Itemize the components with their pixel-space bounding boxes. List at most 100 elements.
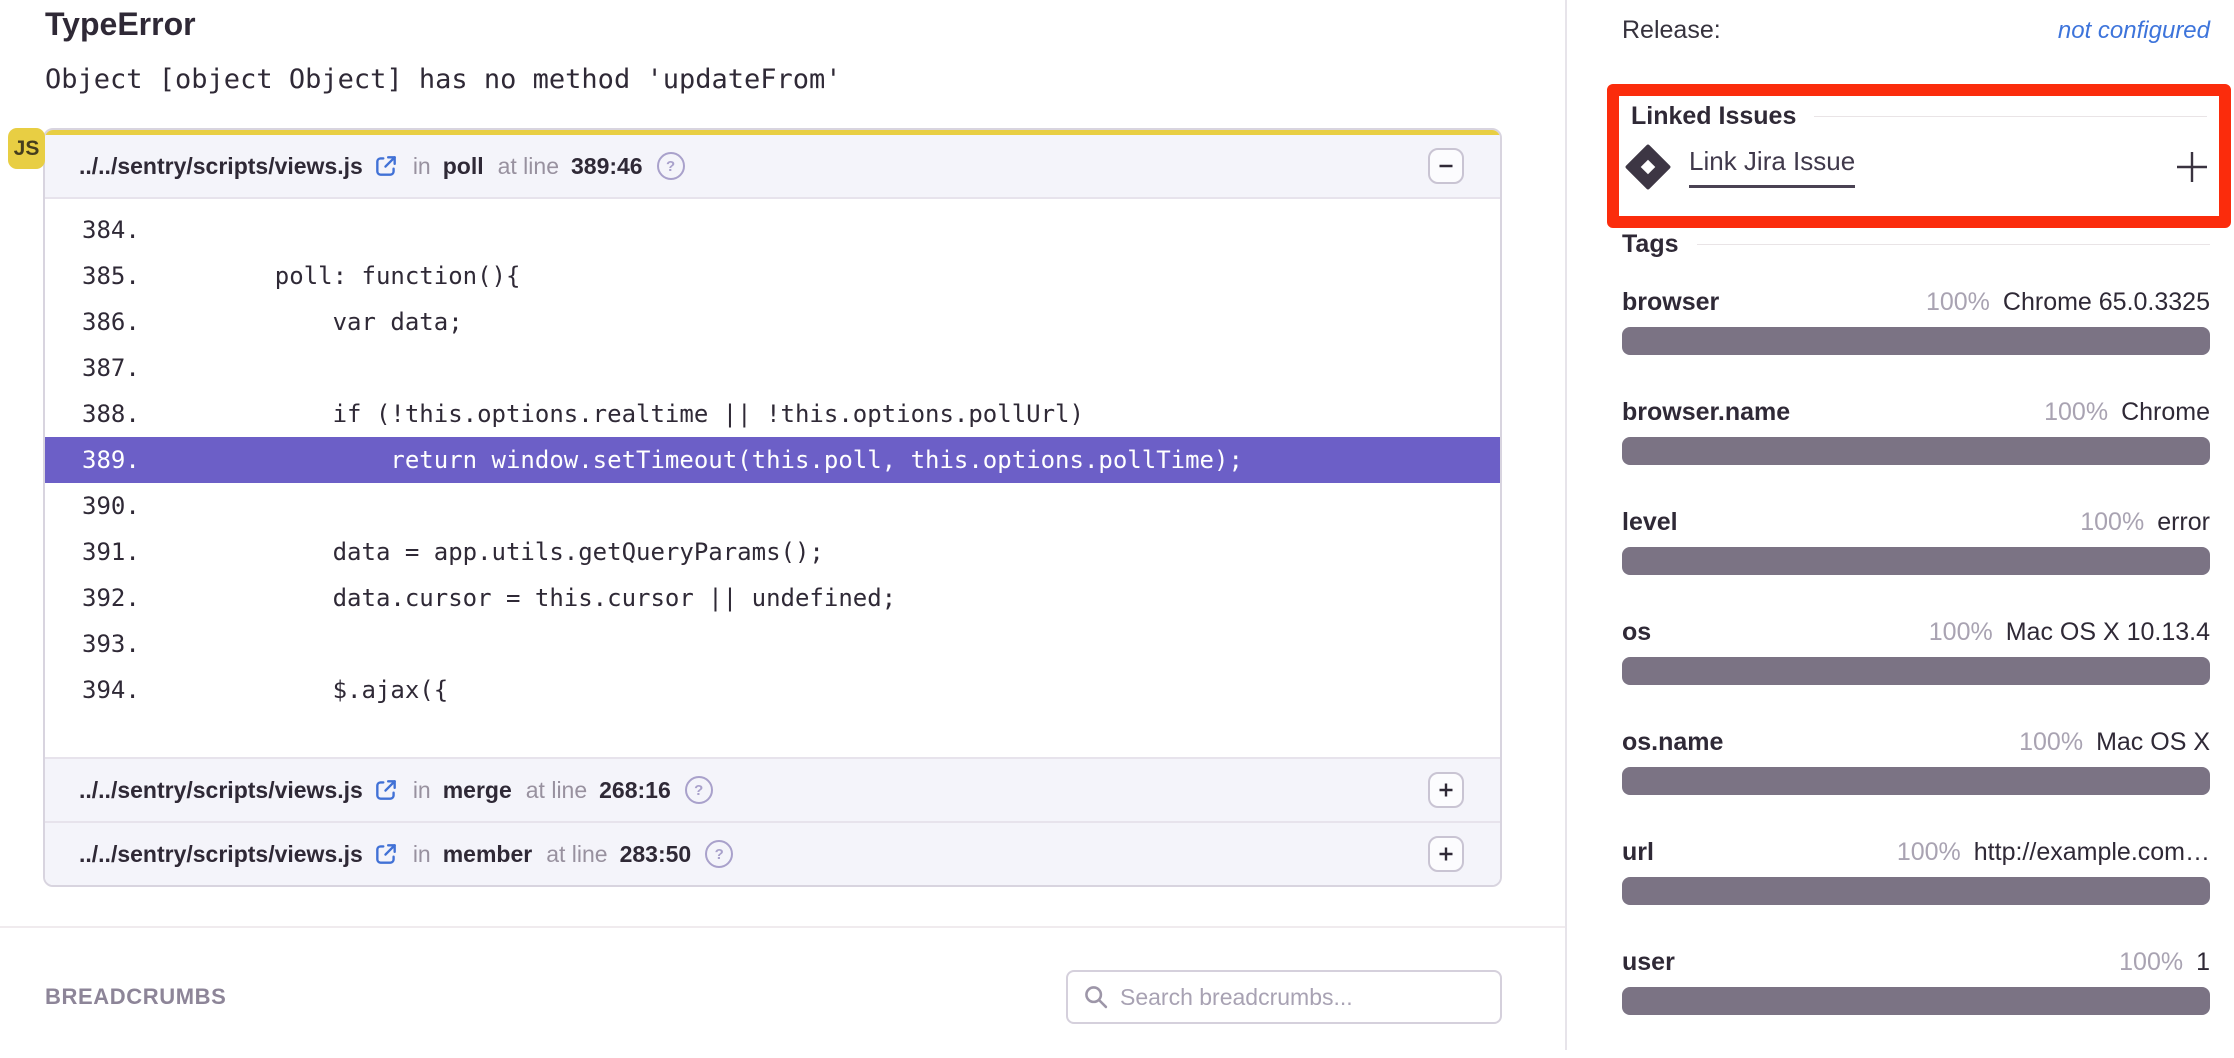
collapse-frame-button[interactable] [1428,148,1464,184]
line-number: 386. [45,299,217,345]
line-number: 389. [45,437,217,483]
tag-value: error [2157,508,2210,536]
tag-key-link[interactable]: level [1622,508,1678,537]
line-number: 385. [45,253,217,299]
open-source-file-icon[interactable] [373,153,399,179]
frame-file-path: ../../sentry/scripts/views.js [79,841,363,868]
help-question-icon[interactable]: ? [705,840,733,868]
line-code: $.ajax({ [217,667,448,713]
code-line: 392. data.cursor = this.cursor || undefi… [45,575,1500,621]
tag-row: os.name 100%Mac OS X [1622,728,2210,795]
frame-function-name: merge [443,777,512,804]
frame-at-line-label: at line [526,777,587,804]
tag-row: user 100%1 [1622,948,2210,1015]
expand-frame-button[interactable] [1428,772,1464,808]
line-number: 390. [45,483,217,529]
line-code: if (!this.options.realtime || !this.opti… [217,391,1084,437]
code-line: 386. var data; [45,299,1500,345]
frame-at-line-label: at line [498,153,559,180]
release-label: Release: [1622,16,1721,45]
code-line: 384. [45,207,1500,253]
tag-percent: 100% [2080,508,2144,536]
code-block: 384.385. poll: function(){386. var data;… [45,199,1500,757]
tag-value-group: 100% Chrome [2044,398,2210,427]
tag-key-link[interactable]: browser [1622,288,1719,317]
stack-frame-header-member[interactable]: ../../sentry/scripts/views.js in member … [45,821,1500,885]
tag-distribution-bar [1622,437,2210,465]
open-source-file-icon[interactable] [373,841,399,867]
tag-row: browser100%Chrome 65.0.3325 [1622,288,2210,355]
tags-heading: Tags [1622,230,1679,259]
tag-value: 1 [2196,948,2210,976]
frame-function-name: poll [443,153,484,180]
tag-value: Chrome [2121,398,2210,426]
tag-percent: 100% [1929,618,1993,646]
code-line: 387. [45,345,1500,391]
line-code: var data; [217,299,463,345]
expand-frame-button[interactable] [1428,836,1464,872]
tag-distribution-bar [1622,327,2210,355]
frame-in-label: in [413,777,431,804]
code-line-highlighted: 389. return window.setTimeout(this.poll,… [45,437,1500,483]
link-jira-issue-row: Link Jira Issue [1625,144,2211,190]
tag-distribution-bar [1622,657,2210,685]
tag-percent: 100% [1926,288,1990,316]
linked-issues-heading: Linked Issues [1631,102,1796,131]
frame-in-label: in [413,841,431,868]
tag-key-link[interactable]: browser.name [1622,398,1790,427]
jira-icon [1625,144,1671,190]
tags-section-header: Tags [1622,230,2210,259]
tag-value: Mac OS X 10.13.4 [2006,618,2210,646]
frame-in-label: in [413,153,431,180]
search-icon [1082,983,1110,1011]
tag-value: http://example.com… [1974,838,2210,866]
tag-line: browser100%Chrome 65.0.3325 [1622,288,2210,317]
tag-row: browser.name 100% Chrome [1622,398,2210,465]
breadcrumbs-heading: BREADCRUMBS [45,984,226,1010]
tag-key-link[interactable]: user [1622,948,1675,977]
line-number: 384. [45,207,217,253]
stack-frame-header-merge[interactable]: ../../sentry/scripts/views.js in merge a… [45,757,1500,821]
tag-key-link[interactable]: os.name [1622,728,1723,757]
line-number: 392. [45,575,217,621]
tag-value-group: 100% Mac OS X 10.13.4 [1929,618,2210,647]
code-line: 393. [45,621,1500,667]
open-source-file-icon[interactable] [373,777,399,803]
exception-message: Object [object Object] has no method 'up… [45,64,842,95]
add-linked-issue-button[interactable] [2173,148,2211,186]
tag-percent: 100% [1897,838,1961,866]
line-number: 391. [45,529,217,575]
tag-line: browser.name 100% Chrome [1622,398,2210,427]
line-code: poll: function(){ [217,253,520,299]
heading-rule [1814,116,2207,117]
frame-function-name: member [443,841,532,868]
line-number: 394. [45,667,217,713]
breadcrumbs-search-input[interactable] [1118,983,1486,1012]
tag-value-group: 100%Mac OS X [2019,728,2210,757]
help-question-icon[interactable]: ? [657,152,685,180]
tag-value: Mac OS X [2096,728,2210,756]
code-line: 385. poll: function(){ [45,253,1500,299]
tag-row: os 100% Mac OS X 10.13.4 [1622,618,2210,685]
tag-key-link[interactable]: os [1622,618,1651,647]
line-code: data = app.utils.getQueryParams(); [217,529,824,575]
exception-panel: TypeError Object [object Object] has no … [0,0,1565,1050]
line-number: 387. [45,345,217,391]
tag-row: level 100% error [1622,508,2210,575]
tag-line: url 100% http://example.com… [1622,838,2210,867]
platform-js-badge: JS [8,128,45,169]
help-question-icon[interactable]: ? [685,776,713,804]
tag-row: url 100% http://example.com… [1622,838,2210,905]
tag-key-link[interactable]: url [1622,838,1654,867]
link-jira-issue-link[interactable]: Link Jira Issue [1689,146,1855,188]
tag-value-group: 100%1 [2119,948,2210,977]
release-not-configured-link[interactable]: not configured [2058,17,2210,45]
code-line: 390. [45,483,1500,529]
issue-sidebar: Release: not configured Linked Issues Li… [1567,0,2234,1050]
code-line: 388. if (!this.options.realtime || !this… [45,391,1500,437]
code-line: 394. $.ajax({ [45,667,1500,713]
frame-line-number: 389:46 [571,153,643,180]
line-code: return window.setTimeout(this.poll, this… [217,437,1243,483]
breadcrumbs-search[interactable] [1066,970,1502,1024]
tag-percent: 100% [2044,398,2108,426]
